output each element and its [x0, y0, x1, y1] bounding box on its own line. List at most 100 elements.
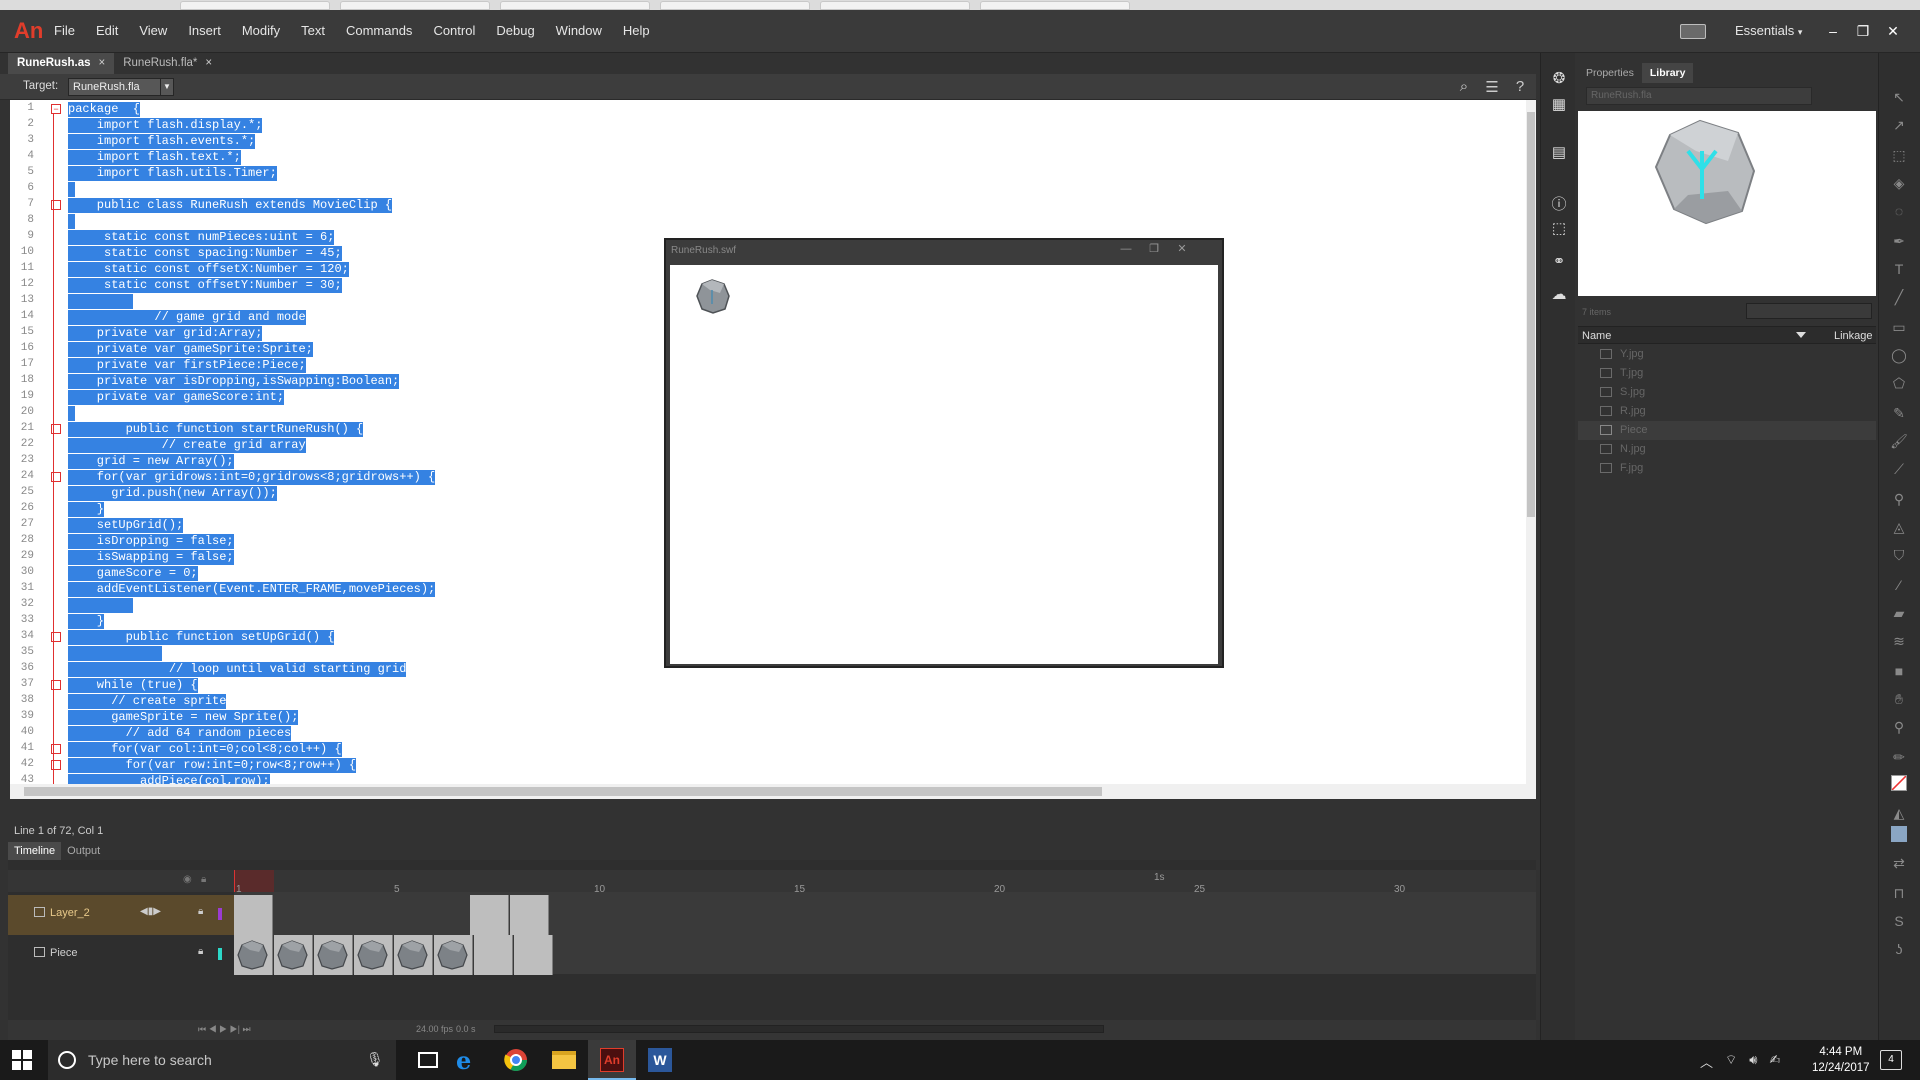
minimize-button[interactable]: – [1818, 20, 1848, 42]
close-button[interactable]: ✕ [1878, 20, 1908, 42]
straighten-icon[interactable]: ʖ [1889, 939, 1909, 959]
oval-tool-icon[interactable]: ◯ [1889, 345, 1909, 365]
menu-text[interactable]: Text [301, 23, 325, 38]
snap-to-objects-icon[interactable]: ⊓ [1889, 883, 1909, 903]
playback-controls[interactable]: ⏮ ◀ ▶ ▶| ⏭ [198, 1024, 251, 1035]
free-transform-tool-icon[interactable]: ⬚ [1889, 145, 1909, 165]
menu-help[interactable]: Help [623, 23, 650, 38]
sort-arrow-icon[interactable] [1796, 332, 1806, 338]
layer-row-layer2[interactable]: Layer_2 ◀▮▶ 🔒︎ [8, 895, 234, 935]
library-item[interactable]: R.jpg [1578, 402, 1876, 421]
tab-runerush-as[interactable]: RuneRush.as × [8, 53, 115, 74]
ink-bottle-tool-icon[interactable]: ⛉ [1889, 545, 1909, 565]
lock-icon[interactable]: 🔒︎ [198, 946, 203, 957]
time-readout[interactable]: 0.0 s [456, 1024, 476, 1034]
brush-tool-icon[interactable]: ⟋ [1889, 459, 1909, 479]
keyframe[interactable] [234, 895, 273, 935]
components-icon[interactable]: ⚭ [1549, 252, 1569, 272]
pencil-tool-icon[interactable]: ✎ [1889, 403, 1909, 423]
animate-taskbar-button[interactable]: An [588, 1040, 636, 1080]
edge-taskbar-button[interactable]: e [444, 1040, 492, 1080]
show-hidden-icons-icon[interactable]: ︿ [1700, 1052, 1713, 1071]
selection-tool-icon[interactable]: ↖ [1889, 87, 1909, 107]
scroll-thumb[interactable] [24, 787, 1102, 796]
menu-debug[interactable]: Debug [496, 23, 534, 38]
stroke-color-icon[interactable]: ✏ [1889, 747, 1909, 767]
3d-rotation-tool-icon[interactable]: ◈ [1889, 173, 1909, 193]
keyframe[interactable] [394, 935, 433, 975]
menu-insert[interactable]: Insert [188, 23, 221, 38]
scroll-thumb[interactable] [1527, 112, 1535, 517]
library-document-select[interactable]: RuneRush.fla [1586, 87, 1812, 105]
fps-readout[interactable]: 24.00 fps [416, 1024, 453, 1034]
help-icon[interactable]: ? [1506, 78, 1534, 96]
empty-frame[interactable] [474, 935, 513, 975]
pen-ink-icon[interactable]: ✍︎ [1769, 1052, 1780, 1071]
width-tool-icon[interactable]: ≋ [1889, 631, 1909, 651]
library-item[interactable]: F.jpg [1578, 459, 1876, 478]
tab-timeline[interactable]: Timeline [8, 842, 62, 860]
vertical-scrollbar[interactable] [1526, 100, 1536, 784]
horizontal-scrollbar[interactable] [10, 784, 1536, 799]
library-search-input[interactable] [1746, 303, 1872, 319]
keyframe[interactable] [234, 935, 273, 975]
maximize-button[interactable]: ❐ [1848, 20, 1878, 42]
cc-libraries-icon[interactable]: ☁ [1549, 285, 1569, 305]
stroke-swatch[interactable] [1891, 775, 1907, 791]
keyframe[interactable] [434, 935, 473, 975]
layer-color-swatch[interactable] [218, 948, 222, 960]
taskbar-clock[interactable]: 4:44 PM 12/24/2017 [1812, 1044, 1870, 1076]
library-item[interactable]: S.jpg [1578, 383, 1876, 402]
fill-swatch[interactable] [1891, 826, 1907, 842]
minimize-button[interactable]: — [1112, 240, 1140, 258]
bone-tool-icon[interactable]: ⚲ [1889, 489, 1909, 509]
pen-tool-icon[interactable]: ✒ [1889, 231, 1909, 251]
frame-grid[interactable] [234, 892, 1536, 975]
volume-icon[interactable]: 🔊︎ [1749, 1052, 1757, 1071]
tab-output[interactable]: Output [61, 842, 106, 860]
keyframe[interactable] [354, 935, 393, 975]
file-explorer-taskbar-button[interactable] [540, 1040, 588, 1080]
workspace-layout-icon[interactable] [1680, 24, 1706, 39]
timeline-scrollbar[interactable] [494, 1025, 1104, 1033]
workspace-switcher[interactable]: Essentials ▾ [1735, 23, 1802, 38]
maximize-button[interactable]: ❐ [1140, 240, 1168, 258]
menu-file[interactable]: File [54, 23, 75, 38]
fill-color-icon[interactable]: ◭ [1889, 803, 1909, 823]
swf-stage[interactable] [670, 265, 1218, 664]
keyframe[interactable] [274, 935, 313, 975]
tab-close-icon[interactable]: × [205, 57, 212, 69]
smooth-icon[interactable]: S [1889, 911, 1909, 931]
column-linkage[interactable]: Linkage [1834, 330, 1873, 342]
empty-frame[interactable] [514, 935, 553, 975]
lock-icon[interactable]: 🔒︎ [198, 906, 203, 917]
taskbar-search[interactable]: Type here to search 🎙︎ [48, 1040, 396, 1080]
motion-presets-icon[interactable]: ❂ [1549, 69, 1569, 89]
library-item[interactable]: T.jpg [1578, 364, 1876, 383]
menu-control[interactable]: Control [433, 23, 475, 38]
keyframe[interactable] [314, 935, 353, 975]
frame-ruler[interactable]: 1 5 10 15 20 1s 25 30 [234, 870, 1536, 895]
line-tool-icon[interactable]: ╱ [1889, 287, 1909, 307]
microphone-icon[interactable]: 🎙︎ [366, 1051, 384, 1068]
eyedropper-tool-icon[interactable]: ⁄ [1889, 575, 1909, 595]
color-icon[interactable]: ▤ [1549, 143, 1569, 163]
wifi-icon[interactable]: ⌔ [1725, 1052, 1737, 1071]
target-select[interactable]: RuneRush.fla ▼ [68, 78, 174, 96]
transform-icon[interactable]: ⬚ [1549, 219, 1569, 239]
eraser-tool-icon[interactable]: ▰ [1889, 603, 1909, 623]
subselection-tool-icon[interactable]: ↗ [1889, 115, 1909, 135]
swap-colors-icon[interactable]: ⇄ [1889, 853, 1909, 873]
windows-start-icon[interactable] [12, 1050, 32, 1070]
layer-row-piece[interactable]: Piece 🔒︎ [8, 935, 234, 975]
swf-title-bar[interactable]: RuneRush.swf — ❐ ✕ [666, 240, 1222, 260]
close-button[interactable]: ✕ [1168, 240, 1196, 258]
lock-icon[interactable]: 🔒︎ [201, 874, 206, 885]
find-icon[interactable]: ⌕ [1450, 78, 1478, 96]
swf-player-window[interactable]: RuneRush.swf — ❐ ✕ [664, 238, 1224, 668]
tab-runerush-fla[interactable]: RuneRush.fla* × [114, 53, 221, 74]
rune-piece[interactable] [694, 278, 734, 318]
zoom-tool-icon[interactable]: ⚲ [1889, 717, 1909, 737]
menu-view[interactable]: View [139, 23, 167, 38]
menu-edit[interactable]: Edit [96, 23, 118, 38]
